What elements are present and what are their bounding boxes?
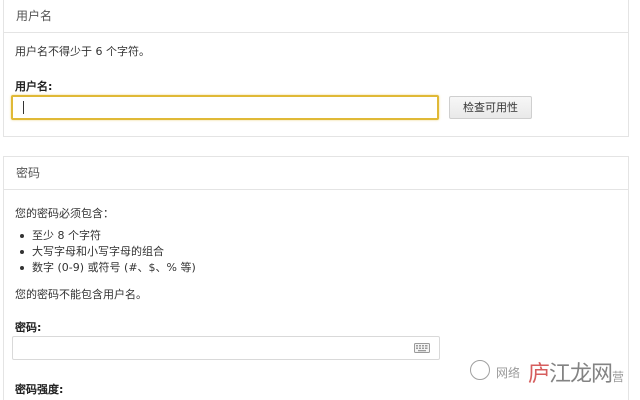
username-hint: 用户名不得少于 6 个字符。 bbox=[15, 45, 150, 58]
watermark-brand: 庐江龙网营 bbox=[528, 356, 624, 388]
list-item: 至少 8 个字符 bbox=[18, 228, 196, 244]
password-panel-title: 密码 bbox=[4, 157, 628, 190]
watermark-brand-rest: 江龙网 bbox=[549, 362, 613, 387]
password-username-note: 您的密码不能包含用户名。 bbox=[15, 288, 147, 301]
text-caret bbox=[23, 101, 24, 114]
list-item: 数字 (0-9) 或符号 (#、$、% 等) bbox=[18, 260, 196, 276]
password-strength-label: 密码强度: bbox=[15, 383, 64, 396]
watermark: 网络 庐江龙网营 bbox=[470, 356, 630, 388]
password-rules-list: 至少 8 个字符 大写字母和小写字母的组合 数字 (0-9) 或符号 (#、$、… bbox=[18, 228, 196, 276]
password-label: 密码: bbox=[15, 321, 42, 334]
username-input[interactable] bbox=[11, 95, 439, 120]
keyboard-icon[interactable] bbox=[414, 343, 430, 353]
watermark-logo-icon bbox=[470, 360, 490, 380]
list-item: 大写字母和小写字母的组合 bbox=[18, 244, 196, 260]
watermark-small-text: 网络 bbox=[496, 366, 521, 380]
password-requirements-intro: 您的密码必须包含： bbox=[15, 207, 114, 220]
username-panel-title: 用户名 bbox=[4, 0, 628, 33]
username-label: 用户名: bbox=[15, 80, 53, 93]
check-availability-button[interactable]: 检查可用性 bbox=[449, 96, 532, 119]
page: 用户名 用户名不得少于 6 个字符。 用户名: 检查可用性 密码 您的密码必须包… bbox=[0, 0, 640, 400]
watermark-suffix: 营 bbox=[612, 370, 625, 384]
password-input[interactable] bbox=[12, 336, 440, 360]
watermark-brand-first: 庐 bbox=[528, 362, 550, 387]
